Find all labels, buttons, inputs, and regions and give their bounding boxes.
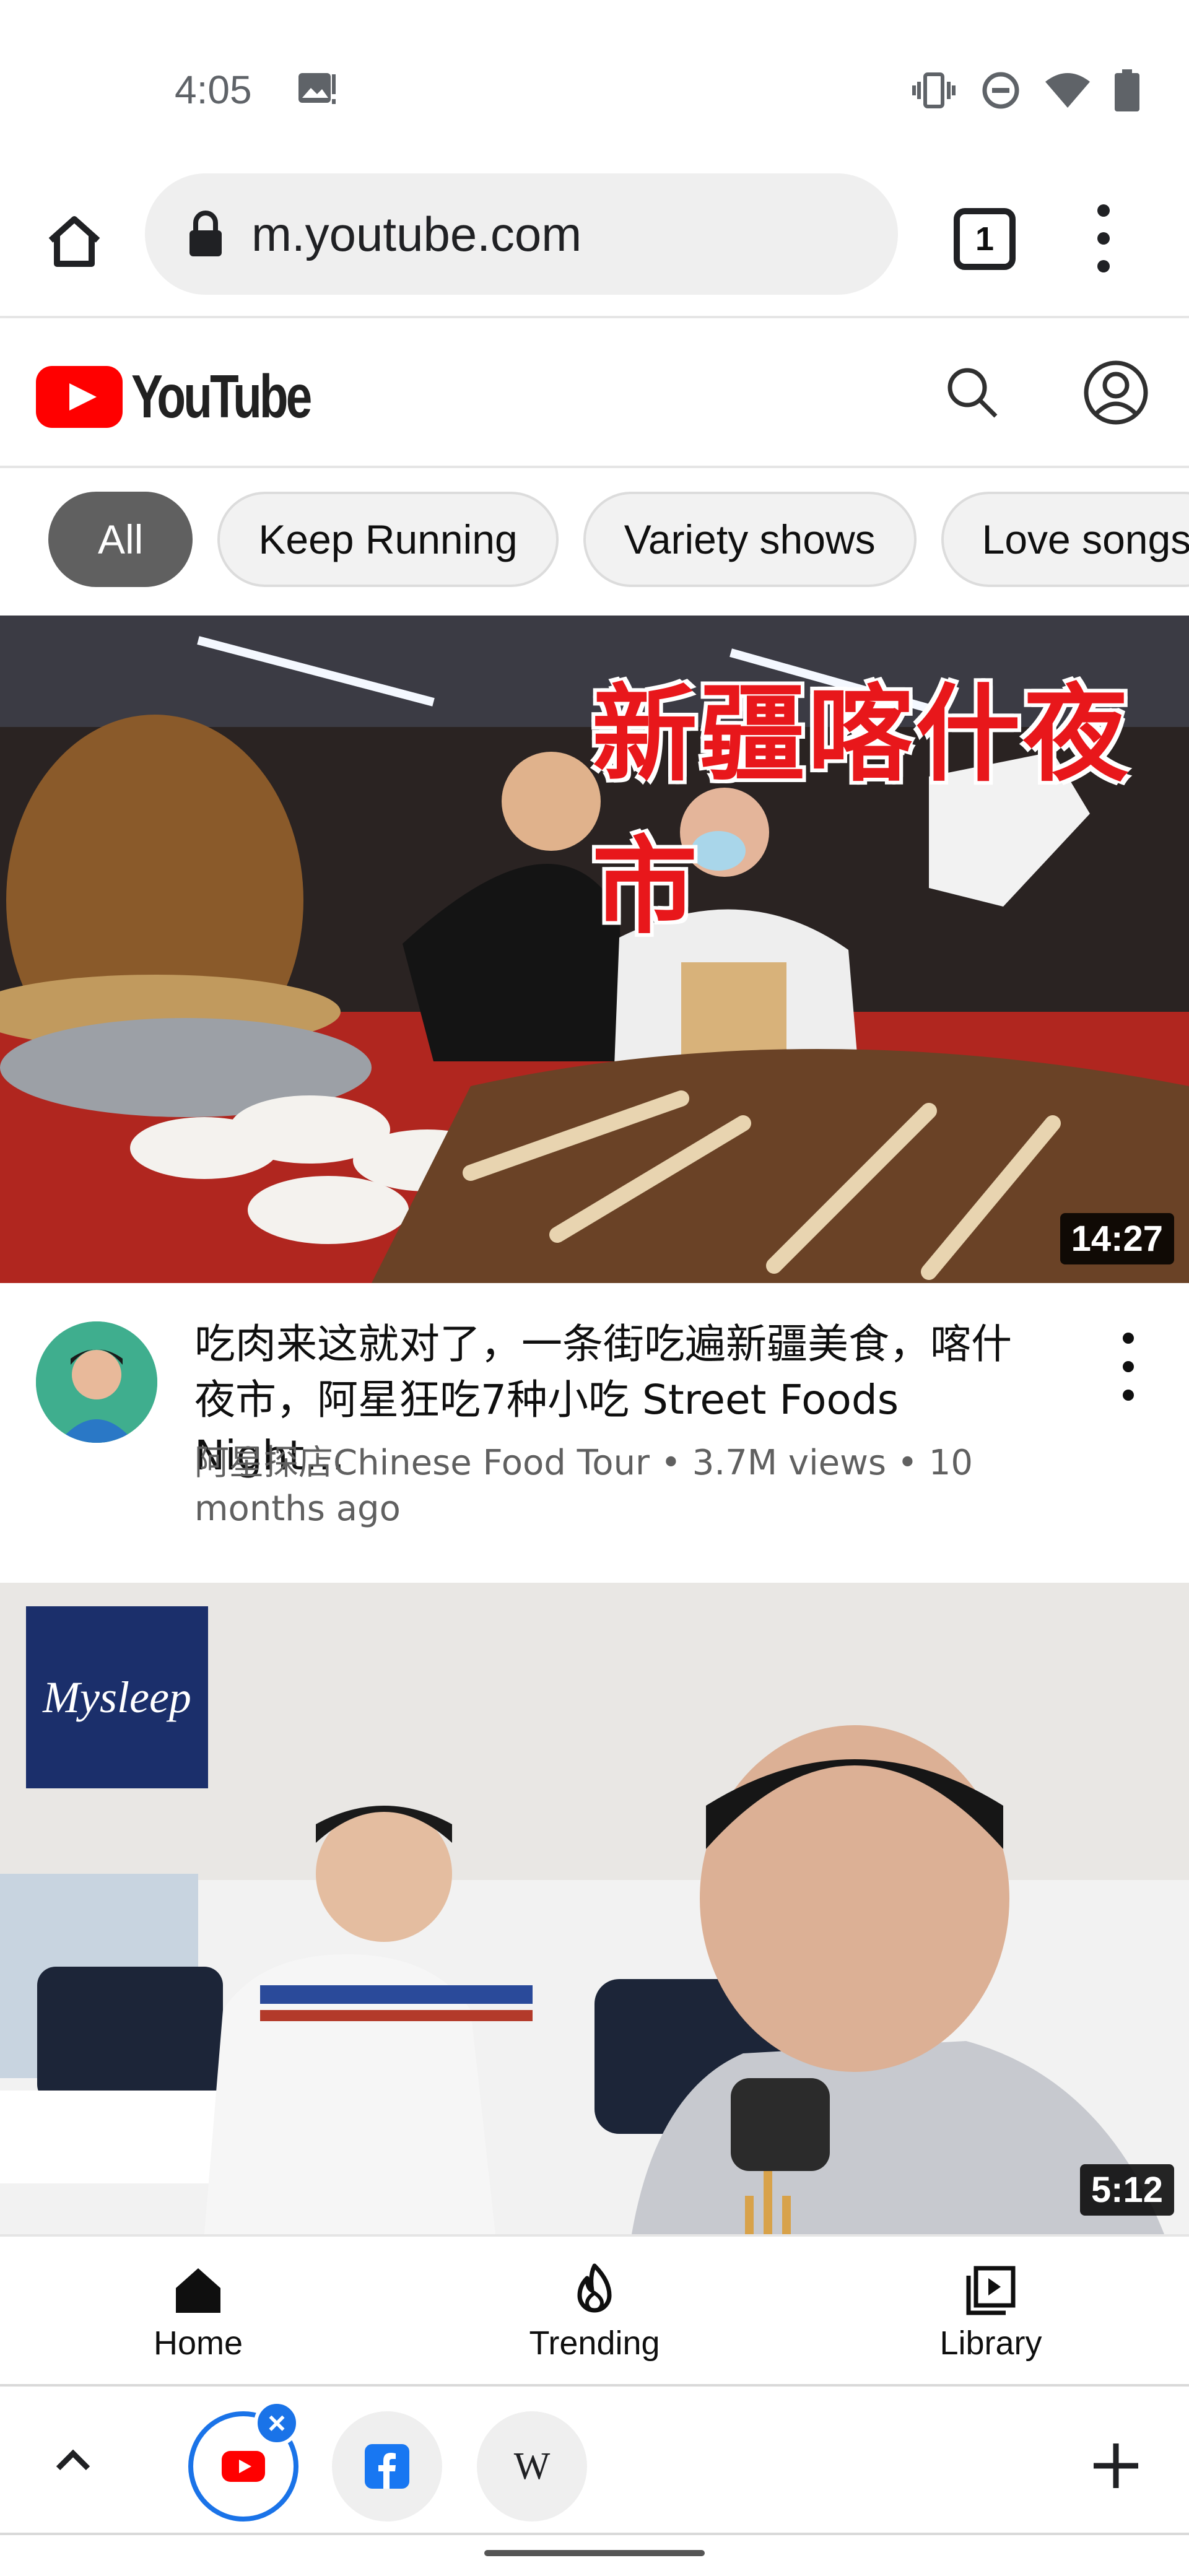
nav-library-label: Library (939, 2325, 1042, 2362)
lock-icon (189, 211, 222, 256)
image-notification-icon (298, 73, 336, 104)
chip-variety-shows[interactable]: Variety shows (583, 492, 917, 587)
tab-facebook[interactable] (332, 2411, 442, 2522)
separator-dot: • (897, 1443, 929, 1483)
thumbnail-overlay-text: 新疆喀什夜市 (592, 674, 1131, 949)
account-circle-icon (1084, 360, 1148, 425)
menu-dot (1097, 232, 1110, 245)
flame-icon (577, 2263, 612, 2313)
chip-keep-running[interactable]: Keep Running (217, 492, 559, 587)
search-icon (947, 368, 998, 418)
address-bar[interactable]: m.youtube.com (145, 173, 898, 295)
browser-toolbar: m.youtube.com 1 (0, 167, 1189, 318)
status-icons (912, 69, 1139, 111)
status-time: 4:05 (175, 67, 252, 112)
view-count: 3.7M views (692, 1443, 887, 1483)
account-button[interactable] (1078, 354, 1154, 431)
video-options-button[interactable] (1116, 1333, 1141, 1401)
home-outline-icon (48, 216, 100, 267)
nav-trending-label: Trending (529, 2325, 660, 2362)
facebook-favicon-icon (365, 2444, 409, 2489)
library-icon (966, 2266, 1016, 2315)
search-button[interactable] (935, 355, 1009, 430)
nav-trending[interactable]: Trending (396, 2237, 793, 2387)
youtube-header: YouTube (0, 318, 1189, 468)
channel-avatar-image (36, 1321, 157, 1443)
menu-dot (1097, 260, 1110, 272)
youtube-logo-text: YouTube (131, 362, 312, 430)
video-meta: 吃肉来这就对了，一条街吃遍新疆美食，喀什夜市，阿星狂吃7种小吃 Street F… (0, 1286, 1189, 1583)
gesture-navigation-bar[interactable] (484, 2550, 705, 2556)
video-thumbnail[interactable]: 新疆喀什夜市 14:27 (0, 616, 1189, 1283)
nav-library[interactable]: Library (793, 2237, 1189, 2387)
tab-wikipedia[interactable]: W (477, 2411, 587, 2522)
separator-dot: • (660, 1443, 692, 1483)
menu-dot (1097, 204, 1110, 217)
chevron-up-icon[interactable] (48, 2436, 98, 2486)
url-text: m.youtube.com (251, 206, 582, 261)
tab-switcher-button[interactable]: 1 (954, 208, 1016, 270)
menu-dot (1123, 1361, 1134, 1372)
nav-home-label: Home (153, 2325, 243, 2362)
menu-dot (1123, 1390, 1134, 1401)
browser-menu-button[interactable] (1085, 204, 1122, 272)
brand-logo: Mysleep (26, 1606, 208, 1788)
wifi-icon (1045, 73, 1090, 108)
do-not-disturb-icon (982, 72, 1019, 109)
chip-all[interactable]: All (48, 492, 193, 587)
vibrate-icon (912, 72, 956, 108)
battery-icon (1115, 69, 1139, 111)
chip-love-songs[interactable]: Love songs (941, 492, 1189, 587)
browser-home-button[interactable] (38, 206, 110, 277)
new-tab-plus-icon[interactable] (1086, 2436, 1146, 2496)
video-subtitle: 阿星探店Chinese Food Tour • 3.7M views • 10 … (194, 1440, 975, 1532)
channel-name[interactable]: 阿星探店Chinese Food Tour (194, 1443, 650, 1483)
video-thumbnail[interactable]: Mysleep 5:12 (0, 1583, 1189, 2234)
wikipedia-favicon-icon: W (513, 2445, 551, 2487)
menu-dot (1123, 1333, 1134, 1344)
status-bar: 4:05 (0, 0, 1189, 167)
video-duration: 5:12 (1079, 2164, 1174, 2216)
nav-home[interactable]: Home (0, 2237, 396, 2387)
video-duration: 14:27 (1060, 1213, 1174, 1264)
browser-tab-strip: × W (0, 2384, 1189, 2535)
youtube-favicon-icon (222, 2451, 265, 2482)
category-chips-bar: All Keep Running Variety shows Love song… (0, 468, 1189, 614)
home-icon (176, 2268, 220, 2313)
close-tab-button[interactable]: × (254, 2400, 300, 2446)
channel-avatar[interactable] (36, 1321, 157, 1443)
youtube-logo[interactable]: YouTube (36, 362, 360, 432)
youtube-play-logo-icon (36, 365, 123, 428)
bottom-navigation: Home Trending Library (0, 2234, 1189, 2387)
